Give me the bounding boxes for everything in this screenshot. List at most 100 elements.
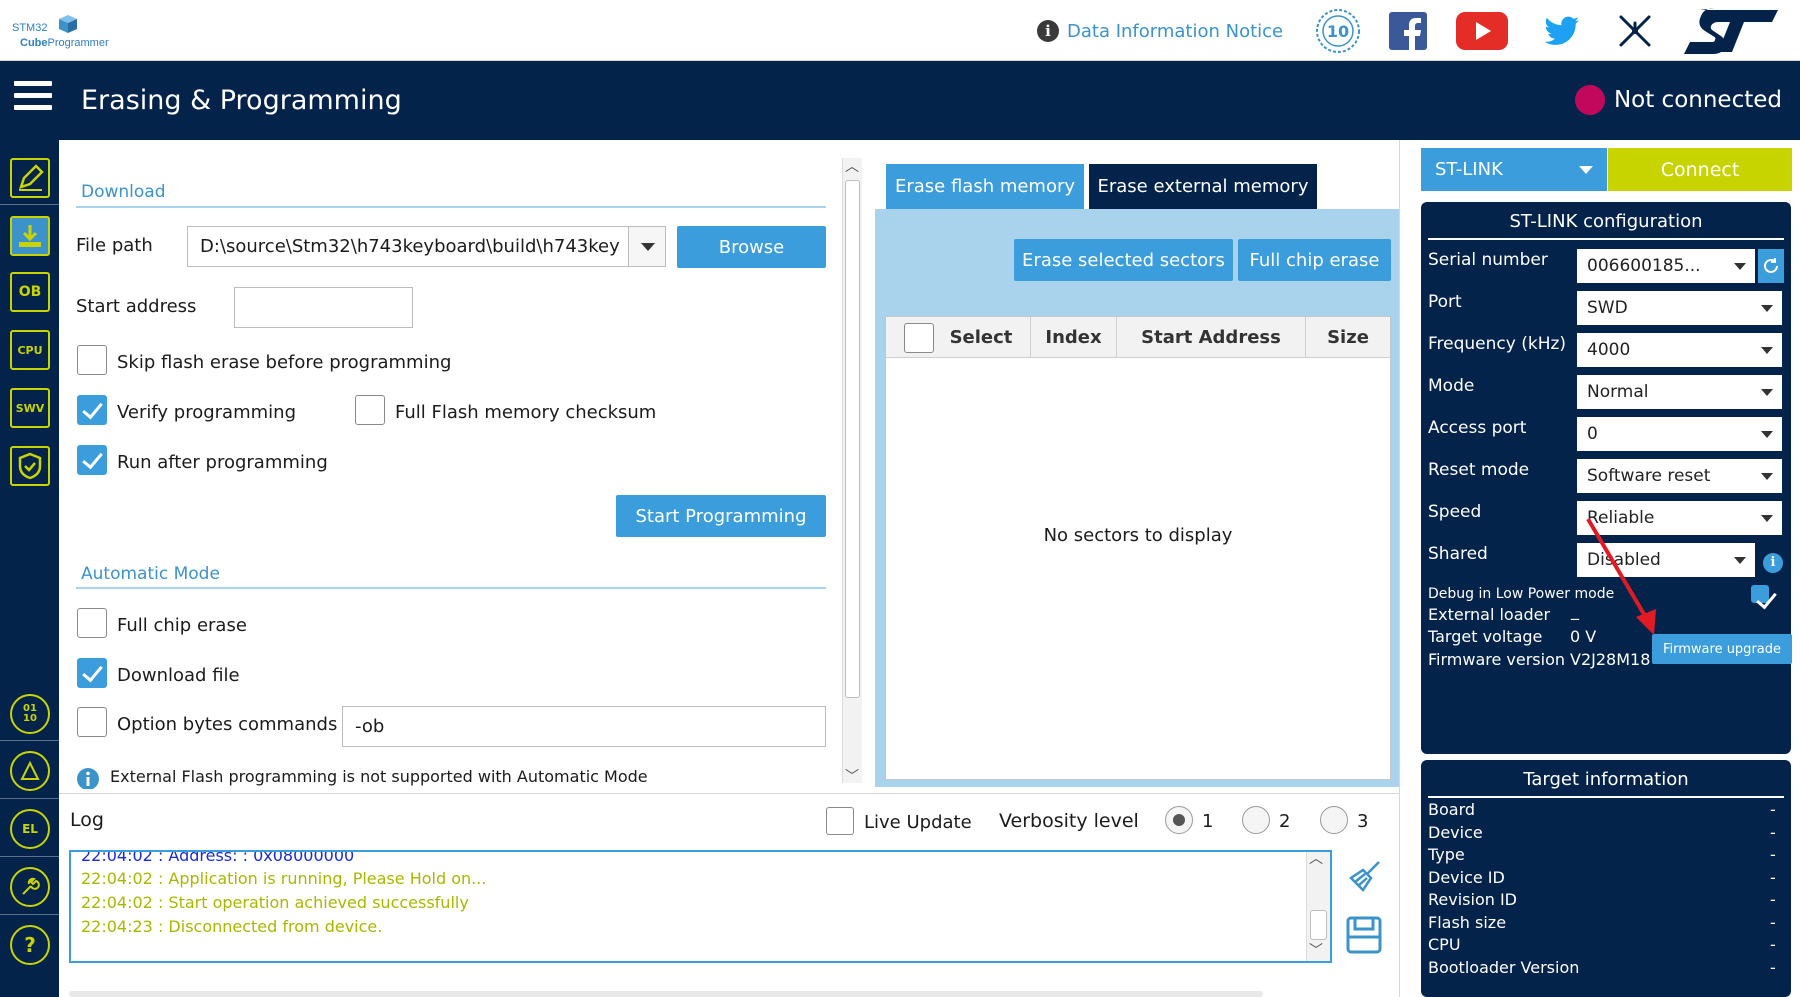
option-bytes-input[interactable]: -ob bbox=[342, 706, 826, 747]
skip-erase-checkbox[interactable] bbox=[77, 345, 107, 375]
target-information-title: Target information bbox=[1428, 769, 1784, 798]
st-logo[interactable] bbox=[1680, 8, 1780, 54]
log-line: 22:04:23 : Disconnected from device. bbox=[81, 917, 383, 936]
nav-swv[interactable]: SWV bbox=[10, 388, 50, 428]
file-path-dropdown-icon[interactable] bbox=[628, 226, 666, 267]
shared-info-icon[interactable]: i bbox=[1763, 553, 1783, 573]
tab-erase-flash-memory[interactable]: Erase flash memory bbox=[886, 164, 1084, 209]
access-port-select[interactable]: 0 bbox=[1577, 417, 1782, 451]
automatic-mode-note: External Flash programming is not suppor… bbox=[110, 767, 648, 786]
download-panel-scrollbar[interactable] bbox=[842, 158, 862, 783]
nav-security-shield-icon[interactable] bbox=[10, 446, 50, 486]
live-update-checkbox[interactable] bbox=[826, 807, 854, 835]
twitter-icon[interactable] bbox=[1540, 8, 1584, 54]
column-size[interactable]: Size bbox=[1306, 317, 1390, 358]
live-update-label: Live Update bbox=[864, 812, 972, 833]
verify-programming-checkbox[interactable] bbox=[77, 395, 107, 425]
access-port-label: Access port bbox=[1428, 418, 1527, 438]
cpu-label: CPU bbox=[1428, 935, 1461, 954]
nav-option-bytes[interactable]: OB bbox=[10, 272, 50, 312]
file-path-input[interactable]: D:\source\Stm32\h743keyboard\build\h743k… bbox=[187, 226, 629, 267]
type-label: Type bbox=[1428, 845, 1465, 864]
board-label: Board bbox=[1428, 800, 1476, 819]
mode-select[interactable]: Normal bbox=[1577, 375, 1782, 409]
scrollbar-thumb[interactable] bbox=[845, 180, 860, 698]
facebook-icon[interactable] bbox=[1388, 8, 1428, 54]
verbosity-radio-3[interactable] bbox=[1320, 806, 1348, 834]
device-value: - bbox=[1770, 823, 1776, 842]
tab-erase-external-memory[interactable]: Erase external memory bbox=[1089, 164, 1317, 209]
mode-label: Mode bbox=[1428, 376, 1475, 396]
save-log-icon[interactable] bbox=[1345, 915, 1383, 955]
reset-mode-select[interactable]: Software reset bbox=[1577, 459, 1782, 493]
refresh-icon[interactable] bbox=[1758, 249, 1784, 283]
data-information-notice-link[interactable]: i Data Information Notice bbox=[1037, 19, 1283, 43]
debug-low-power-checkbox[interactable] bbox=[1751, 585, 1769, 603]
device-id-value: - bbox=[1770, 868, 1776, 887]
log-title: Log bbox=[70, 809, 104, 831]
board-value: - bbox=[1770, 800, 1776, 819]
nav-el-icon[interactable]: EL bbox=[10, 809, 50, 849]
start-address-input[interactable] bbox=[234, 287, 413, 328]
stlink-config-title: ST-LINK configuration bbox=[1428, 211, 1784, 240]
stm32cubeprogrammer-logo: STM32 CubeProgrammer bbox=[10, 14, 125, 52]
firmware-version-label: Firmware version bbox=[1428, 650, 1566, 669]
scroll-down-icon[interactable]: ﹀ bbox=[845, 766, 859, 786]
run-after-programming-checkbox[interactable] bbox=[77, 445, 107, 475]
full-chip-erase-button[interactable]: Full chip erase bbox=[1238, 239, 1391, 281]
log-line: 22:04:02 : Start operation achieved succ… bbox=[81, 893, 469, 912]
auto-full-chip-erase-checkbox[interactable] bbox=[77, 608, 107, 638]
erase-selected-sectors-button[interactable]: Erase selected sectors bbox=[1014, 239, 1233, 281]
log-scroll-up-icon[interactable]: ︿ bbox=[1309, 848, 1323, 868]
nav-binary-icon[interactable]: 01 10 bbox=[10, 694, 50, 734]
external-loader-label: External loader bbox=[1428, 605, 1551, 624]
select-all-checkbox[interactable] bbox=[903, 322, 934, 353]
nav-memory-edit-icon[interactable] bbox=[10, 158, 50, 198]
download-file-checkbox[interactable] bbox=[77, 658, 107, 688]
log-horizontal-scrollbar[interactable] bbox=[69, 991, 1263, 997]
connect-button[interactable]: Connect bbox=[1608, 148, 1792, 191]
scroll-up-icon[interactable]: ︿ bbox=[845, 156, 859, 176]
log-output[interactable]: 22:04:02 : Address: : 0x08000000 22:04:0… bbox=[69, 850, 1332, 963]
serial-number-select[interactable]: 006600185... bbox=[1577, 249, 1755, 283]
speed-label: Speed bbox=[1428, 502, 1482, 522]
external-loader-value: _ bbox=[1571, 601, 1579, 620]
start-programming-button[interactable]: Start Programming bbox=[616, 495, 826, 537]
download-file-label: Download file bbox=[117, 665, 240, 686]
network-icon[interactable] bbox=[1612, 8, 1658, 54]
full-checksum-checkbox[interactable] bbox=[355, 395, 385, 425]
download-section-title: Download bbox=[81, 182, 166, 202]
browse-button[interactable]: Browse bbox=[677, 226, 826, 268]
automatic-mode-section-title: Automatic Mode bbox=[81, 564, 220, 584]
interface-select[interactable]: ST-LINK bbox=[1421, 148, 1607, 191]
bootloader-version-label: Bootloader Version bbox=[1428, 958, 1580, 977]
auto-full-chip-erase-label: Full chip erase bbox=[117, 615, 247, 636]
port-select[interactable]: SWD bbox=[1577, 291, 1782, 325]
revision-id-label: Revision ID bbox=[1428, 890, 1517, 909]
clear-log-broom-icon[interactable] bbox=[1345, 858, 1383, 896]
brand-bar: STM32 CubeProgrammer i Data Information … bbox=[0, 0, 1800, 61]
hamburger-menu-icon[interactable] bbox=[14, 81, 52, 117]
log-scroll-down-icon[interactable]: ﹀ bbox=[1309, 940, 1323, 960]
nav-cpu[interactable]: CPU bbox=[10, 330, 50, 370]
log-scrollbar-thumb[interactable] bbox=[1310, 910, 1327, 940]
revision-id-value: - bbox=[1770, 890, 1776, 909]
shared-label: Shared bbox=[1428, 544, 1488, 564]
nav-beta-icon[interactable] bbox=[10, 751, 50, 791]
anniversary-badge-icon[interactable]: 10 bbox=[1313, 8, 1363, 54]
firmware-upgrade-button[interactable]: Firmware upgrade bbox=[1652, 634, 1792, 664]
cube-icon bbox=[59, 15, 77, 33]
nav-wrench-icon[interactable] bbox=[10, 867, 50, 907]
column-start-address[interactable]: Start Address bbox=[1117, 317, 1306, 358]
column-index[interactable]: Index bbox=[1031, 317, 1117, 358]
nav-download-icon[interactable] bbox=[10, 216, 50, 256]
verbosity-radio-2[interactable] bbox=[1242, 806, 1270, 834]
youtube-icon[interactable] bbox=[1455, 8, 1509, 54]
frequency-select[interactable]: 4000 bbox=[1577, 333, 1782, 367]
option-bytes-checkbox[interactable] bbox=[77, 707, 107, 737]
column-select[interactable]: Select bbox=[886, 317, 1031, 358]
firmware-version-value: V2J28M18 bbox=[1570, 650, 1651, 669]
left-navigation: OB CPU SWV 01 10 EL ? bbox=[0, 140, 59, 997]
verbosity-radio-1[interactable] bbox=[1165, 806, 1193, 834]
nav-help-icon[interactable]: ? bbox=[10, 925, 50, 965]
